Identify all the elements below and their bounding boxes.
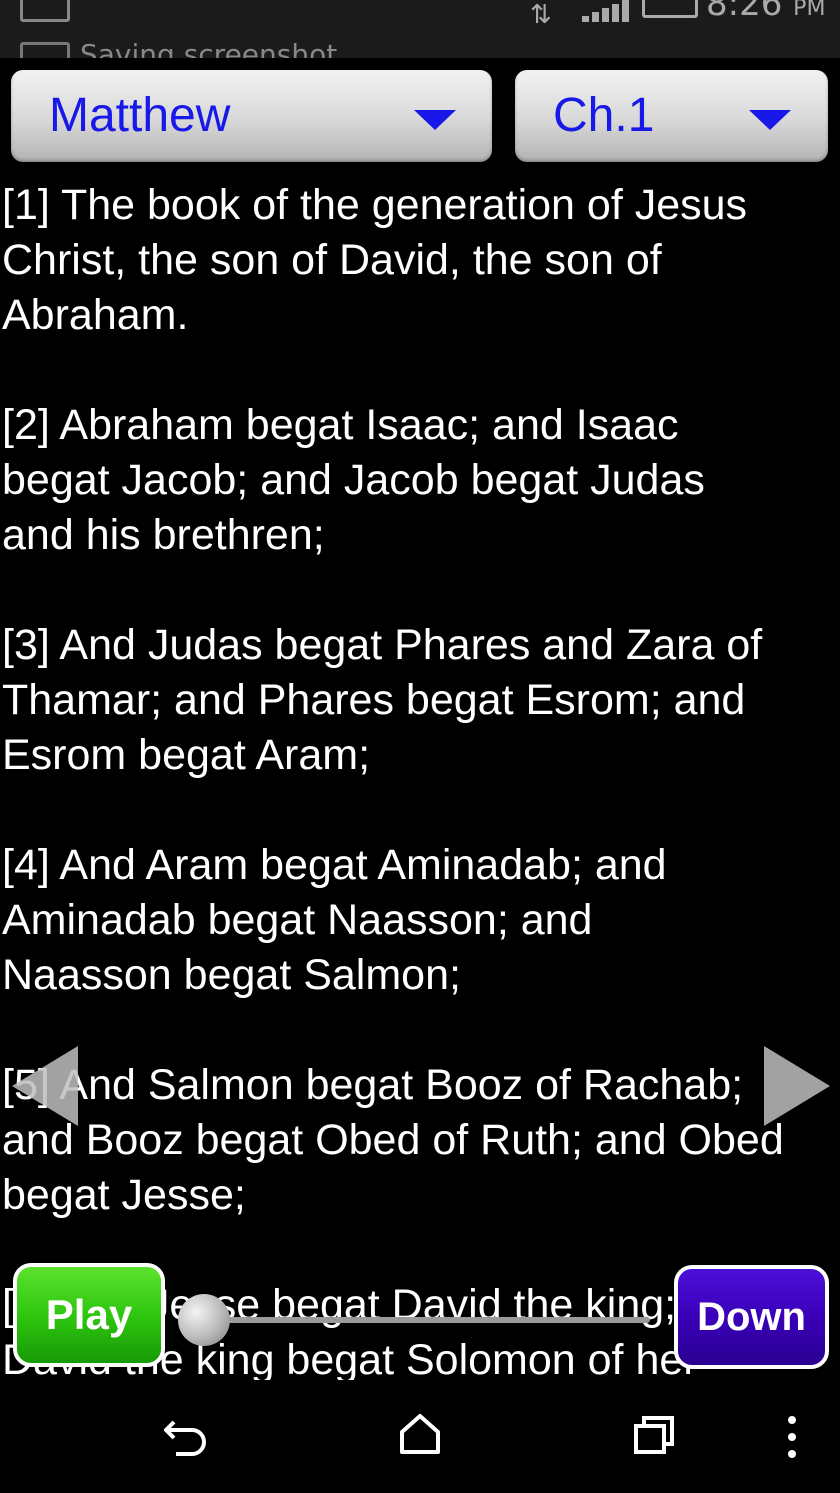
navigation-bar [0,1380,840,1493]
verse: [5] And Salmon begat Booz of Rachab; and… [2,1061,784,1219]
signal-icon [582,0,629,22]
clock-ampm: PM [793,0,826,21]
screenshot-notification-icon [20,42,70,58]
home-icon[interactable] [398,1412,442,1456]
seek-bar-thumb[interactable] [178,1294,230,1346]
chevron-down-icon [414,110,456,130]
overflow-menu-icon[interactable] [782,1414,802,1460]
play-button[interactable]: Play [13,1263,165,1367]
data-transfer-icon: ⇅ [530,0,552,30]
next-chapter-arrow-icon[interactable] [764,1046,830,1126]
verse: [4] And Aram begat Aminadab; and Aminada… [2,841,667,999]
chevron-down-icon [749,110,791,130]
back-icon[interactable] [162,1414,212,1460]
chapter-selector[interactable]: Ch.1 [515,70,828,162]
scripture-text-view[interactable]: [1] The book of the generation of Jesus … [0,178,840,1380]
verse: [3] And Judas begat Phares and Zara of T… [2,621,763,779]
status-bar: Saving screenshot ⇅ 8:26 PM [0,0,840,58]
recent-apps-icon[interactable] [632,1414,676,1456]
download-button[interactable]: Down [674,1265,829,1369]
book-selector-label: Matthew [49,89,231,142]
audio-seek-bar[interactable] [200,1317,650,1323]
clock-time: 8:26 [706,0,783,24]
clock: 8:26 PM [706,0,825,24]
previous-chapter-arrow-icon[interactable] [12,1046,78,1126]
verse: [2] Abraham begat Isaac; and Isaac begat… [2,401,705,559]
verse: [1] The book of the generation of Jesus … [2,181,748,339]
book-selector[interactable]: Matthew [11,70,492,162]
battery-icon [642,0,698,18]
image-notification-icon [20,0,70,22]
chapter-selector-label: Ch.1 [553,89,655,142]
notification-text: Saving screenshot [80,38,338,58]
